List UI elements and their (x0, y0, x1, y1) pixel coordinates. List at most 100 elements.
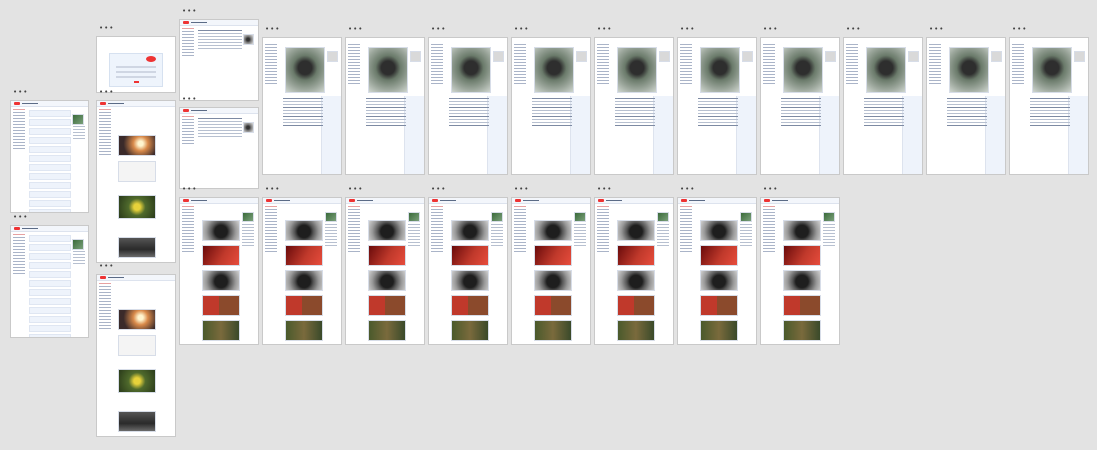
more-horizontal-icon[interactable]: ••• (431, 186, 446, 193)
frame-gallery-4[interactable]: ••• (428, 186, 508, 345)
more-horizontal-icon[interactable]: ••• (763, 186, 778, 193)
more-horizontal-icon[interactable]: ••• (182, 8, 197, 15)
logo-icon (100, 276, 106, 279)
frame-gallery-6[interactable]: ••• (594, 186, 674, 345)
comment-line (615, 110, 655, 111)
frame-gallery-1[interactable]: ••• (179, 186, 259, 345)
frame-gallery-5[interactable]: ••• (511, 186, 591, 345)
post-image (700, 320, 738, 341)
post-image (451, 295, 489, 316)
frame-post-5[interactable]: ••• (594, 26, 674, 175)
frame-feed-1[interactable]: ••• (96, 89, 176, 263)
frame-post-6[interactable]: ••• (677, 26, 757, 175)
comment-line (366, 125, 406, 126)
more-horizontal-icon[interactable]: ••• (13, 214, 28, 221)
more-horizontal-icon[interactable]: ••• (99, 89, 114, 96)
frame-post-4[interactable]: ••• (511, 26, 591, 175)
post-image (451, 220, 489, 241)
site-title (191, 22, 207, 23)
comment-line (781, 107, 821, 108)
site-title (357, 200, 373, 201)
post-image (285, 270, 323, 291)
comment-list (1030, 98, 1070, 128)
more-horizontal-icon[interactable]: ••• (514, 186, 529, 193)
more-horizontal-icon[interactable]: ••• (1012, 26, 1027, 33)
header (97, 275, 175, 281)
frame-post-3[interactable]: ••• (428, 26, 508, 175)
sidebar (514, 44, 526, 170)
more-horizontal-icon[interactable]: ••• (680, 26, 695, 33)
post-image (534, 47, 574, 93)
more-horizontal-icon[interactable]: ••• (348, 26, 363, 33)
thumbnail-image (243, 122, 254, 133)
more-horizontal-icon[interactable]: ••• (929, 26, 944, 33)
sidebar (597, 44, 609, 170)
comment-line (781, 104, 821, 105)
frame-gallery-8[interactable]: ••• (760, 186, 840, 345)
post-list (29, 235, 71, 337)
thumbnail-image (243, 34, 254, 45)
frame-post-7[interactable]: ••• (760, 26, 840, 175)
site-title (108, 103, 124, 104)
frame-post-10[interactable]: ••• (1009, 26, 1089, 175)
comment-panel (321, 96, 341, 174)
comment-line (532, 119, 572, 120)
comment-line (283, 122, 323, 123)
more-horizontal-icon[interactable]: ••• (431, 26, 446, 33)
more-horizontal-icon[interactable]: ••• (265, 26, 280, 33)
post-image (617, 220, 655, 241)
post-image (700, 220, 738, 241)
frame-gallery-7[interactable]: ••• (677, 186, 757, 345)
sidebar-right (325, 224, 337, 248)
sidebar (929, 44, 941, 170)
header (263, 198, 341, 204)
more-horizontal-icon[interactable]: ••• (13, 89, 28, 96)
more-horizontal-icon[interactable]: ••• (265, 186, 280, 193)
header (97, 101, 175, 107)
more-horizontal-icon[interactable]: ••• (680, 186, 695, 193)
post-image (285, 320, 323, 341)
frame-gallery-2[interactable]: ••• (262, 186, 342, 345)
frame-feed-2[interactable]: ••• (96, 263, 176, 437)
more-horizontal-icon[interactable]: ••• (597, 186, 612, 193)
more-horizontal-icon[interactable]: ••• (597, 26, 612, 33)
post-image (617, 270, 655, 291)
comment-list (781, 98, 821, 128)
thumbnail-image (574, 212, 586, 222)
page-screenshot (96, 100, 176, 263)
frame-post-2[interactable]: ••• (345, 26, 425, 175)
frame-post-8[interactable]: ••• (843, 26, 923, 175)
post-image (202, 270, 240, 291)
post-image (451, 47, 491, 93)
sidebar (182, 206, 194, 340)
header (761, 198, 839, 204)
more-horizontal-icon[interactable]: ••• (514, 26, 529, 33)
frame-home-2[interactable]: ••• (10, 214, 89, 338)
logo-icon (349, 199, 355, 202)
frame-home-1[interactable]: ••• (10, 89, 89, 213)
more-horizontal-icon[interactable]: ••• (182, 96, 197, 103)
sidebar (348, 206, 360, 340)
more-horizontal-icon[interactable]: ••• (846, 26, 861, 33)
comment-line (947, 116, 987, 117)
post-image (783, 220, 821, 241)
more-horizontal-icon[interactable]: ••• (182, 186, 197, 193)
post-image (118, 369, 156, 393)
more-horizontal-icon[interactable]: ••• (348, 186, 363, 193)
more-horizontal-icon[interactable]: ••• (99, 263, 114, 270)
frame-post-9[interactable]: ••• (926, 26, 1006, 175)
more-horizontal-icon[interactable]: ••• (763, 26, 778, 33)
frame-submit-1[interactable]: ••• (179, 8, 259, 101)
comment-panel (902, 96, 922, 174)
page-screenshot (10, 100, 89, 213)
comment-line (366, 113, 406, 114)
sidebar-right (740, 224, 752, 248)
more-horizontal-icon[interactable]: ••• (99, 25, 114, 32)
page-screenshot (511, 197, 591, 345)
comment-line (449, 125, 489, 126)
frame-login[interactable]: ••• (96, 25, 176, 93)
logo-icon (598, 199, 604, 202)
frame-post-1[interactable]: ••• (262, 26, 342, 175)
frame-submit-2[interactable]: ••• (179, 96, 259, 189)
frame-gallery-3[interactable]: ••• (345, 186, 425, 345)
